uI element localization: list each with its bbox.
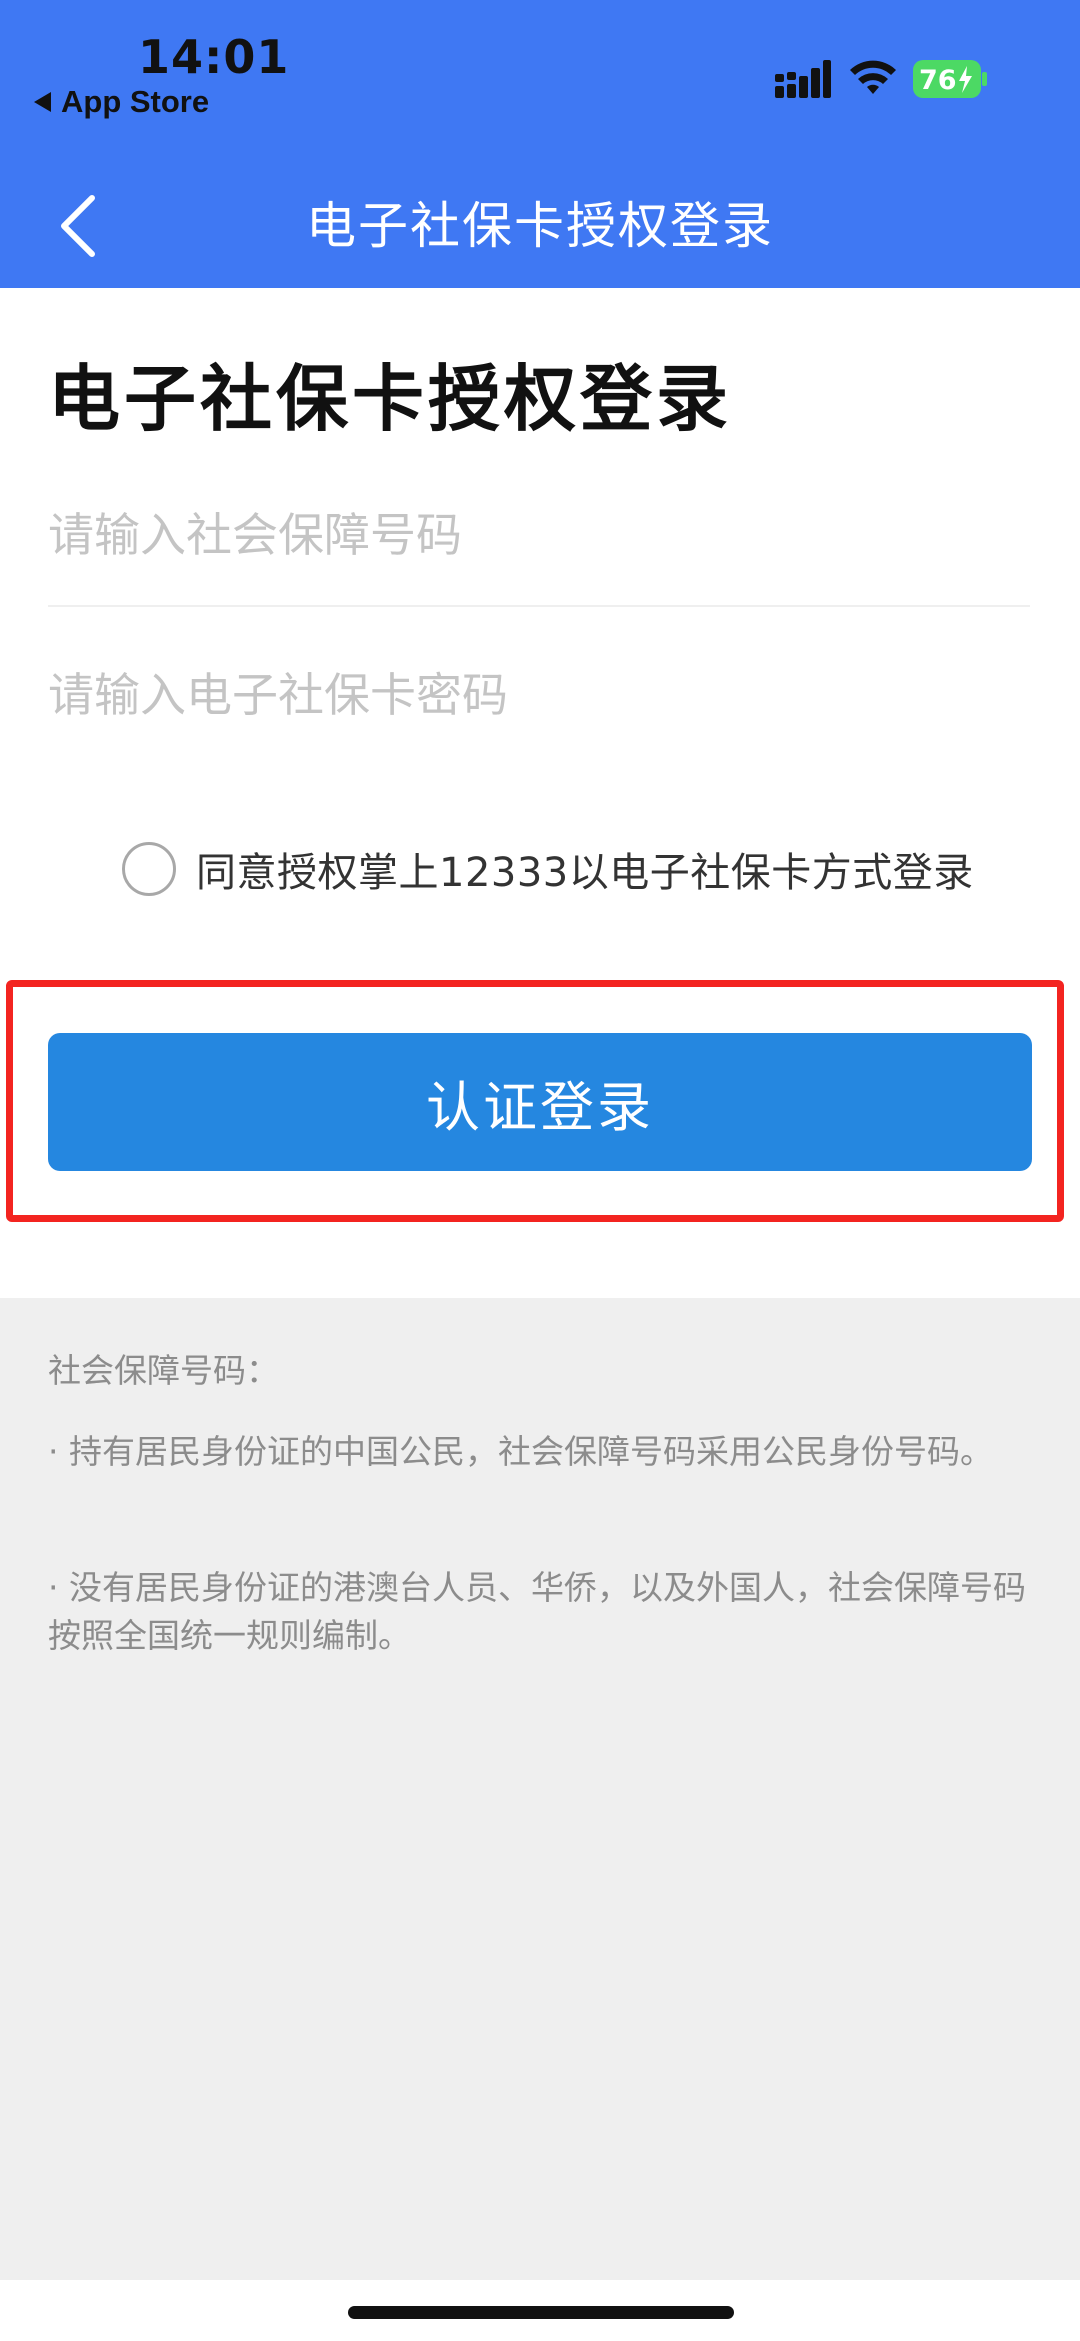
back-app-label: App Store: [61, 84, 210, 119]
password-input[interactable]: [48, 650, 1030, 740]
agree-checkbox[interactable]: [122, 842, 176, 896]
nav-title: 电子社保卡授权登录: [306, 197, 774, 255]
info-panel: 社会保障号码： · 持有居民身份证的中国公民，社会保障号码采用公民身份号码。 ·…: [0, 1298, 1080, 2280]
page-title: 电子社保卡授权登录: [48, 357, 733, 441]
submit-login-button[interactable]: 认证登录: [48, 1033, 1032, 1171]
back-triangle-icon: [34, 92, 51, 112]
battery-charging-icon: 76: [913, 60, 987, 98]
battery-level-text: 76: [919, 65, 957, 96]
info-note: · 没有居民身份证的港澳台人员、华侨，以及外国人，社会保障号码按照全国统一规则编…: [48, 1568, 1026, 1655]
cellular-signal-icon: [775, 60, 831, 98]
wifi-icon: [850, 60, 896, 94]
agree-label[interactable]: 同意授权掌上12333以电子社保卡方式登录: [196, 840, 974, 898]
info-heading: 社会保障号码：: [48, 1351, 279, 1390]
back-to-app-store[interactable]: App Store: [34, 84, 209, 120]
info-note: · 持有居民身份证的中国公民，社会保障号码采用公民身份号码。: [48, 1432, 993, 1471]
status-time: 14:01: [138, 30, 290, 84]
home-indicator[interactable]: [348, 2306, 734, 2319]
agreement-row: 同意授权掌上12333以电子社保卡方式登录: [122, 840, 974, 898]
input-divider: [48, 605, 1030, 607]
header-area: 14:01 App Store 76 电子社保卡授权登录: [0, 0, 1080, 288]
login-screen: 14:01 App Store 76 电子社保卡授权登录 电子社保卡授权登录 请…: [0, 0, 1080, 2341]
ssn-input[interactable]: [48, 490, 1030, 580]
